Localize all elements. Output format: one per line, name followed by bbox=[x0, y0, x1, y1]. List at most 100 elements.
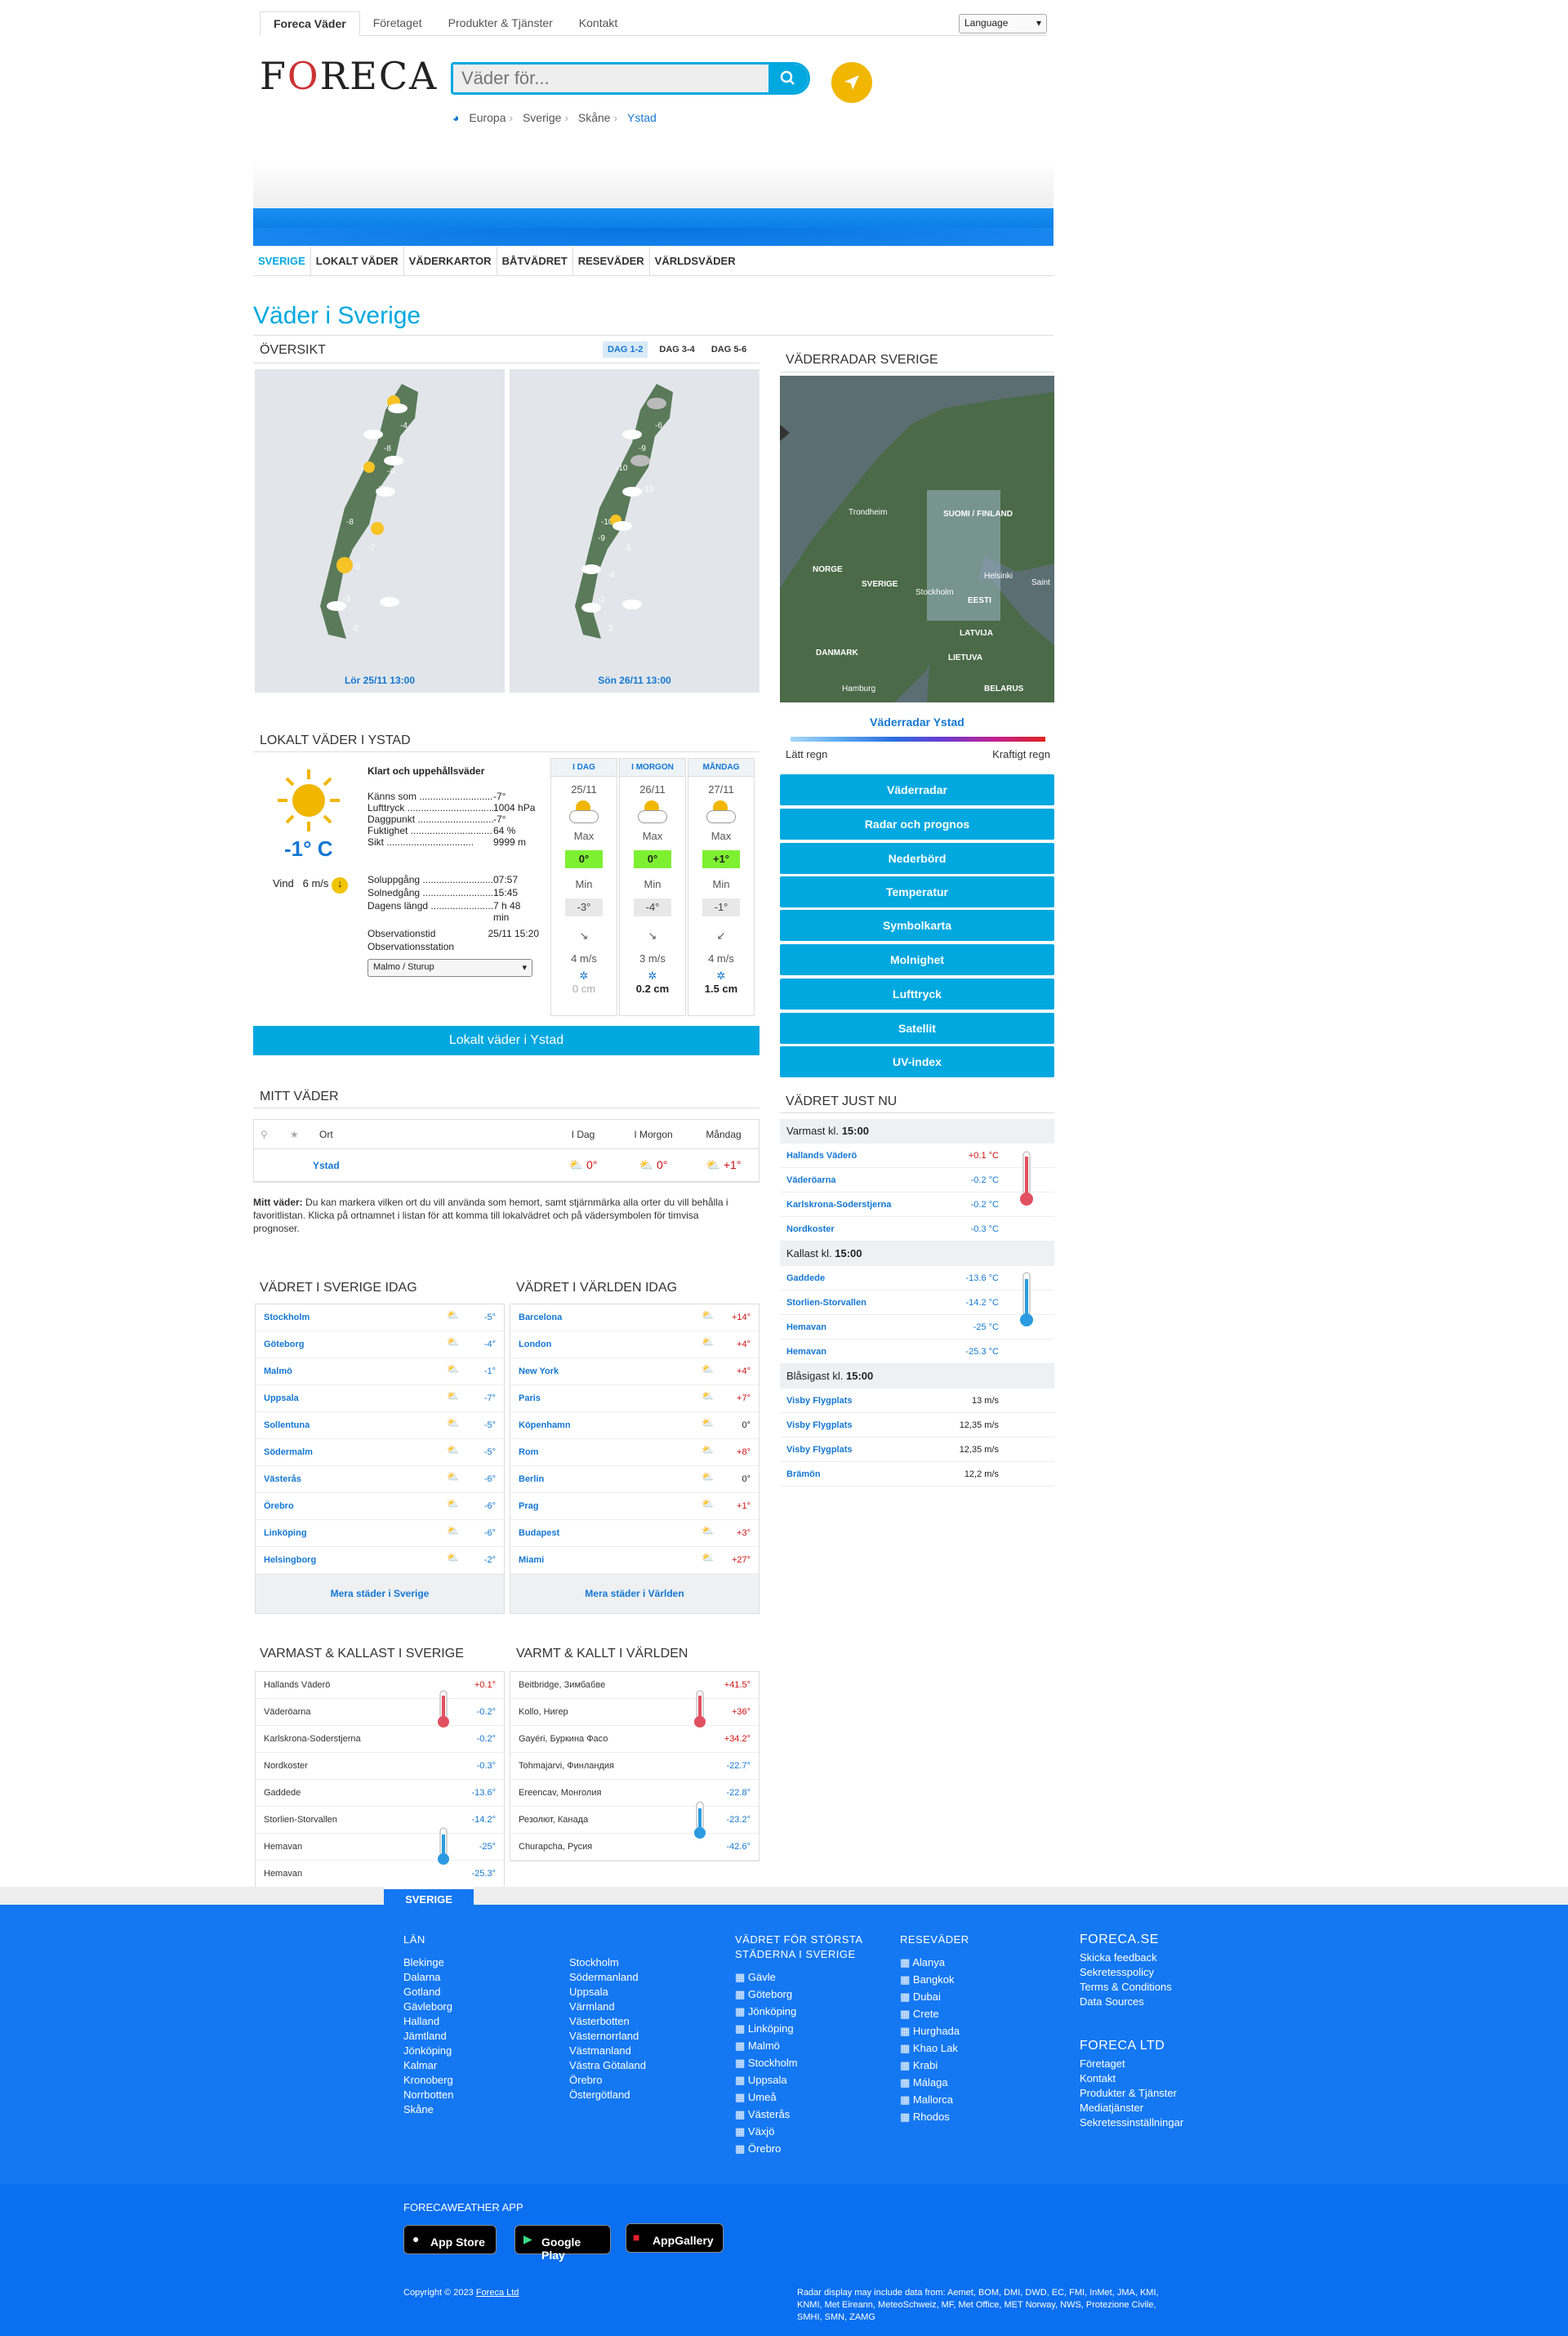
city-link[interactable]: Sollentuna bbox=[264, 1420, 447, 1430]
station-link[interactable]: Nordkoster bbox=[786, 1224, 942, 1234]
tab-produkter[interactable]: Produkter & Tjänster bbox=[435, 11, 566, 35]
lufttryck-button[interactable]: Lufttryck bbox=[780, 979, 1054, 1010]
footer-link[interactable]: Dalarna bbox=[403, 1970, 453, 1985]
weather-symbol-icon[interactable]: ⛅ bbox=[447, 1444, 468, 1460]
footer-link[interactable]: ▦ Stockholm bbox=[735, 2056, 882, 2071]
city-link[interactable]: Södermalm bbox=[264, 1447, 447, 1457]
nav-batvadret[interactable]: BÅTVÄDRET bbox=[497, 247, 573, 275]
footer-link[interactable]: ▦ Umeå bbox=[735, 2090, 882, 2105]
city-link[interactable]: Malmö bbox=[264, 1366, 447, 1376]
footer-link[interactable]: Produkter & Tjänster bbox=[1080, 2086, 1183, 2101]
weather-symbol-icon[interactable]: ⛅ bbox=[447, 1363, 468, 1380]
footer-link[interactable]: ▦ Krabi bbox=[900, 2058, 969, 2073]
city-link[interactable]: Helsingborg bbox=[264, 1555, 447, 1565]
footer-link[interactable]: Terms & Conditions bbox=[1080, 1980, 1172, 1995]
footer-link[interactable]: Jämtland bbox=[403, 2029, 453, 2044]
weather-symbol-icon[interactable]: ⛅ bbox=[447, 1552, 468, 1568]
city-link[interactable]: Churapcha, Русия bbox=[519, 1842, 723, 1852]
foreca-logo[interactable]: FORECA bbox=[260, 54, 438, 98]
footer-link[interactable]: ▦ Uppsala bbox=[735, 2073, 882, 2088]
weather-symbol-icon[interactable]: ⛅ bbox=[447, 1498, 468, 1514]
footer-link[interactable]: Sekretessinställningar bbox=[1080, 2115, 1183, 2130]
city-link[interactable]: Ystad bbox=[313, 1160, 548, 1171]
temp-mandag[interactable]: ⛅ +1° bbox=[688, 1158, 759, 1172]
forecast-map-day2[interactable]: -6 -9 -10 -10 -10 -5 -9 -4 -2 -2 Sön 26/… bbox=[510, 369, 760, 693]
nav-resevader[interactable]: RESEVÄDER bbox=[573, 247, 650, 275]
footer-link[interactable]: Blekinge bbox=[403, 1955, 453, 1970]
city-link[interactable]: London bbox=[519, 1340, 702, 1349]
station-link[interactable]: Visby Flygplats bbox=[786, 1396, 942, 1406]
city-link[interactable]: New York bbox=[519, 1366, 702, 1376]
footer-link[interactable]: ▦ Gävle bbox=[735, 1970, 882, 1985]
weather-symbol-icon[interactable]: ⛅ bbox=[702, 1444, 723, 1460]
footer-link[interactable]: Data Sources bbox=[1080, 1995, 1172, 2009]
footer-link[interactable]: Kalmar bbox=[403, 2058, 453, 2073]
tab-dag-3-4[interactable]: DAG 3-4 bbox=[654, 341, 699, 358]
forecast-day[interactable]: I DAG 25/11 Max 0° Min -3° ↘ 4 m/s ✲ 0 c… bbox=[550, 758, 617, 1016]
weather-symbol-icon[interactable]: ⛅ bbox=[447, 1417, 468, 1433]
footer-link[interactable]: Västerbotten bbox=[569, 2014, 646, 2029]
footer-link[interactable]: Sekretesspolicy bbox=[1080, 1965, 1172, 1980]
footer-link[interactable]: Östergötland bbox=[569, 2088, 646, 2102]
molnighet-button[interactable]: Molnighet bbox=[780, 944, 1054, 975]
radar-label[interactable]: Väderradar Ystad bbox=[780, 716, 1054, 729]
city-link[interactable]: Nordkoster bbox=[264, 1761, 468, 1771]
station-link[interactable]: Gaddede bbox=[786, 1273, 942, 1283]
weather-symbol-icon[interactable]: ⛅ bbox=[447, 1390, 468, 1407]
station-link[interactable]: Hemavan bbox=[786, 1347, 942, 1357]
weather-symbol-icon[interactable]: ⛅ bbox=[702, 1363, 723, 1380]
station-link[interactable]: Karlskrona-Soderstjerna bbox=[786, 1200, 942, 1210]
station-link[interactable]: Hemavan bbox=[786, 1322, 942, 1332]
footer-link[interactable]: ▦ Göteborg bbox=[735, 1987, 882, 2002]
city-link[interactable]: Rom bbox=[519, 1447, 702, 1457]
foreca-ltd-link[interactable]: Foreca Ltd bbox=[476, 2288, 519, 2298]
city-link[interactable]: Köpenhamn bbox=[519, 1420, 702, 1430]
footer-link[interactable]: ▦ Jönköping bbox=[735, 2004, 882, 2019]
app-store-button[interactable]: ● App Store bbox=[403, 2225, 497, 2254]
footer-link[interactable]: ▦ Västerås bbox=[735, 2107, 882, 2122]
weather-symbol-icon[interactable]: ⛅ bbox=[702, 1417, 723, 1433]
nederbord-button[interactable]: Nederbörd bbox=[780, 843, 1054, 874]
city-link[interactable]: Tohmajarvi, Финландия bbox=[519, 1761, 723, 1771]
station-link[interactable]: Brämön bbox=[786, 1469, 942, 1479]
station-link[interactable]: Hallands Väderö bbox=[786, 1151, 942, 1161]
city-link[interactable]: Karlskrona-Soderstjerna bbox=[264, 1734, 468, 1744]
tab-dag-1-2[interactable]: DAG 1-2 bbox=[603, 341, 648, 358]
nav-vaderkartor[interactable]: VÄDERKARTOR bbox=[404, 247, 497, 275]
app-gallery-button[interactable]: ■ AppGallery bbox=[626, 2223, 724, 2253]
uv-index-button[interactable]: UV-index bbox=[780, 1046, 1054, 1077]
language-select[interactable]: Language ▾ bbox=[959, 14, 1047, 33]
footer-link[interactable]: ▦ Crete bbox=[900, 2007, 969, 2022]
temp-imorgon[interactable]: ⛅ 0° bbox=[618, 1158, 688, 1172]
footer-link[interactable]: ▦ Khao Lak bbox=[900, 2041, 969, 2056]
footer-link[interactable]: ▦ Alanya bbox=[900, 1955, 969, 1970]
more-cities-link[interactable]: Mera städer i Världen bbox=[510, 1574, 759, 1613]
city-link[interactable]: Storlien-Storvallen bbox=[264, 1815, 468, 1825]
footer-link[interactable]: Västmanland bbox=[569, 2044, 646, 2058]
station-link[interactable]: Storlien-Storvallen bbox=[786, 1298, 942, 1308]
station-link[interactable]: Visby Flygplats bbox=[786, 1420, 942, 1430]
forecast-map-day1[interactable]: -4 -8 -10 -6 -8 -8 -7 -5 -3 -2 Lör bbox=[255, 369, 505, 693]
footer-tab-sverige[interactable]: SVERIGE bbox=[384, 1887, 474, 1908]
globe-icon[interactable]: ◕ bbox=[452, 111, 459, 124]
forecast-day[interactable]: I MORGON 26/11 Max 0° Min -4° ↘ 3 m/s ✲ … bbox=[619, 758, 686, 1016]
footer-link[interactable]: Kronoberg bbox=[403, 2073, 453, 2088]
satellit-button[interactable]: Satellit bbox=[780, 1013, 1054, 1044]
footer-link[interactable]: ▦ Linköping bbox=[735, 2022, 882, 2036]
footer-link[interactable]: ▦ Dubai bbox=[900, 1990, 969, 2004]
city-link[interactable]: Linköping bbox=[264, 1528, 447, 1538]
search-button[interactable] bbox=[768, 65, 808, 92]
footer-link[interactable]: ▦ Rhodos bbox=[900, 2110, 969, 2124]
footer-link[interactable]: Örebro bbox=[569, 2073, 646, 2088]
footer-link[interactable]: Västra Götaland bbox=[569, 2058, 646, 2073]
footer-link[interactable]: Gotland bbox=[403, 1985, 453, 1999]
temp-idag[interactable]: ⛅ 0° bbox=[548, 1158, 618, 1172]
footer-link[interactable]: Värmland bbox=[569, 1999, 646, 2014]
symbolkarta-button[interactable]: Symbolkarta bbox=[780, 910, 1054, 941]
weather-symbol-icon[interactable]: ⛅ bbox=[702, 1390, 723, 1407]
weather-symbol-icon[interactable]: ⛅ bbox=[702, 1525, 723, 1541]
city-link[interactable]: Paris bbox=[519, 1393, 702, 1403]
weather-symbol-icon[interactable]: ⛅ bbox=[702, 1498, 723, 1514]
footer-link[interactable]: ▦ Málaga bbox=[900, 2075, 969, 2090]
footer-link[interactable]: Norrbotten bbox=[403, 2088, 453, 2102]
